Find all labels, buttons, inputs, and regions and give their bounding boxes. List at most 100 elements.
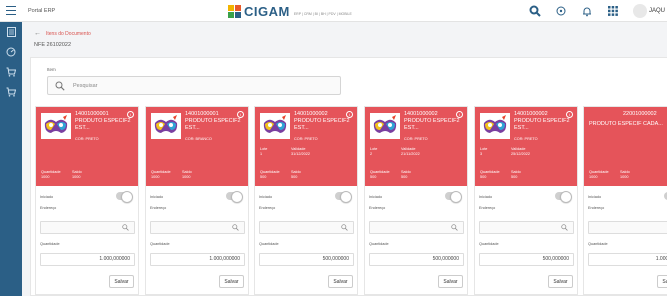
- sidebar-item-documents[interactable]: [0, 22, 22, 42]
- iniciado-toggle[interactable]: [445, 191, 462, 203]
- page-subtitle: NFE 26102022: [34, 42, 71, 48]
- info-icon[interactable]: i: [237, 111, 244, 118]
- quantidade-value: 500: [260, 175, 267, 179]
- quantidade-input-label: Quantidade: [479, 242, 499, 246]
- search-label: Item: [47, 67, 56, 72]
- search-icon[interactable]: [561, 224, 568, 231]
- logo-mark-icon: [228, 5, 241, 18]
- menu-icon[interactable]: [0, 0, 22, 22]
- quantidade-label: Quantidade: [589, 170, 609, 174]
- search-icon[interactable]: [451, 224, 458, 231]
- save-button[interactable]: Salvar: [328, 275, 353, 288]
- endereco-label: Endereço: [259, 206, 276, 210]
- item-card[interactable]: 14001000002 PRODUTO ESPECIF2 EST... COR: P…: [364, 106, 468, 295]
- item-card[interactable]: 14001000002 PRODUTO ESPECIF2 EST... COR: P…: [474, 106, 578, 295]
- quantidade-input[interactable]: 1.000,000: [588, 253, 667, 266]
- gauge-icon: [6, 47, 16, 57]
- card-header: 14001000001 PRODUTO ESPECIF2 EST... COR: P…: [36, 107, 138, 186]
- product-name: PRODUTO ESPECIF2 EST...: [75, 118, 131, 131]
- search-icon[interactable]: [341, 224, 348, 231]
- quantidade-input-label: Quantidade: [150, 242, 170, 246]
- sidebar-item-cart[interactable]: [0, 62, 22, 82]
- endereco-label: Endereço: [588, 206, 605, 210]
- saldo-value: 1000: [620, 175, 629, 179]
- iniciado-label: Iniciado: [588, 195, 602, 199]
- endereco-input[interactable]: [588, 221, 667, 234]
- apps-grid-icon[interactable]: [607, 5, 619, 17]
- quantidade-input[interactable]: 500,000000: [259, 253, 354, 266]
- lote-label: Lote: [370, 147, 378, 151]
- cart-icon: [6, 87, 16, 97]
- validade-label: Validade: [511, 147, 526, 151]
- quantidade-input[interactable]: 500,000000: [369, 253, 464, 266]
- endereco-input[interactable]: [479, 221, 574, 234]
- saldo-value: 500: [291, 175, 298, 179]
- iniciado-toggle[interactable]: [116, 191, 133, 203]
- top-bar: Portal ERP CIGAM ERP | CRM | BI | BH | P…: [0, 0, 667, 22]
- tools-icon[interactable]: [529, 5, 541, 17]
- bell-icon[interactable]: [581, 5, 593, 17]
- save-button[interactable]: Salvar: [548, 275, 573, 288]
- breadcrumb[interactable]: ← Itens do Documento: [34, 30, 91, 37]
- help-icon[interactable]: [555, 5, 567, 17]
- saldo-value: 500: [401, 175, 408, 179]
- quantidade-input[interactable]: 1.000,000000: [150, 253, 245, 266]
- quantidade-input-label: Quantidade: [259, 242, 279, 246]
- saldo-label: Saldo: [72, 170, 82, 174]
- search-input[interactable]: Pesquisar: [47, 76, 341, 95]
- save-button[interactable]: Salvar: [438, 275, 463, 288]
- endereco-input[interactable]: [150, 221, 245, 234]
- breadcrumb-link[interactable]: Itens do Documento: [46, 31, 91, 37]
- card-body: Iniciado Endereço Quantidade 1.000,000 Salva…: [584, 186, 667, 296]
- iniciado-label: Iniciado: [259, 195, 273, 199]
- sidebar-item-dashboard[interactable]: [0, 42, 22, 62]
- iniciado-label: Iniciado: [369, 195, 383, 199]
- save-button[interactable]: Salvar: [657, 275, 667, 288]
- iniciado-toggle[interactable]: [226, 191, 243, 203]
- quantidade-input[interactable]: 1.000,000000: [40, 253, 135, 266]
- validade-label: Validade: [291, 147, 306, 151]
- save-button[interactable]: Salvar: [109, 275, 134, 288]
- card-header: 14001000002 PRODUTO ESPECIF2 EST... COR: P…: [255, 107, 357, 186]
- product-name: PRODUTO ESPECIF2 EST...: [185, 118, 241, 131]
- saldo-label: Saldo: [511, 170, 521, 174]
- iniciado-toggle[interactable]: [555, 191, 572, 203]
- endereco-input[interactable]: [369, 221, 464, 234]
- saldo-label: Saldo: [182, 170, 192, 174]
- info-icon[interactable]: i: [346, 111, 353, 118]
- info-icon[interactable]: i: [566, 111, 573, 118]
- product-image: [260, 113, 290, 139]
- item-card[interactable]: 22001000002 PRODUTO ESPECIF CADA... Quanti…: [583, 106, 667, 295]
- endereco-input[interactable]: [40, 221, 135, 234]
- sidebar-item-cart-2[interactable]: [0, 82, 22, 102]
- search-placeholder: Pesquisar: [73, 82, 98, 89]
- product-image: [41, 113, 71, 139]
- iniciado-label: Iniciado: [479, 195, 493, 199]
- product-name: PRODUTO ESPECIF CADA...: [589, 121, 663, 127]
- search-icon: [55, 81, 65, 91]
- product-name: PRODUTO ESPECIF2 EST...: [294, 118, 350, 131]
- item-card[interactable]: 14001000001 PRODUTO ESPECIF2 EST... COR: P…: [35, 106, 139, 295]
- user-name[interactable]: JAQU: [649, 8, 665, 14]
- quantidade-input[interactable]: 500,000000: [479, 253, 574, 266]
- endereco-input[interactable]: [259, 221, 354, 234]
- product-color: COR: BRANCO: [185, 137, 212, 141]
- back-arrow-icon[interactable]: ←: [34, 30, 41, 37]
- product-code: 14001000001: [185, 111, 219, 117]
- item-card[interactable]: 14001000001 PRODUTO ESPECIF2 EST... COR: B…: [145, 106, 249, 295]
- quantidade-label: Quantidade: [480, 170, 500, 174]
- info-icon[interactable]: i: [456, 111, 463, 118]
- search-icon[interactable]: [232, 224, 239, 231]
- product-name: PRODUTO ESPECIF2 EST...: [514, 118, 570, 131]
- product-code: 14001000001: [75, 111, 109, 117]
- search-icon[interactable]: [122, 224, 129, 231]
- info-icon[interactable]: i: [127, 111, 134, 118]
- iniciado-toggle[interactable]: [335, 191, 352, 203]
- quantidade-label: Quantidade: [151, 170, 171, 174]
- avatar[interactable]: [632, 4, 647, 18]
- validade-value: 21/11/2022: [401, 152, 420, 156]
- quantidade-value: 500: [370, 175, 377, 179]
- item-card[interactable]: 14001000002 PRODUTO ESPECIF2 EST... COR: P…: [254, 106, 358, 295]
- save-button[interactable]: Salvar: [219, 275, 244, 288]
- brand-name: CIGAM: [244, 4, 290, 19]
